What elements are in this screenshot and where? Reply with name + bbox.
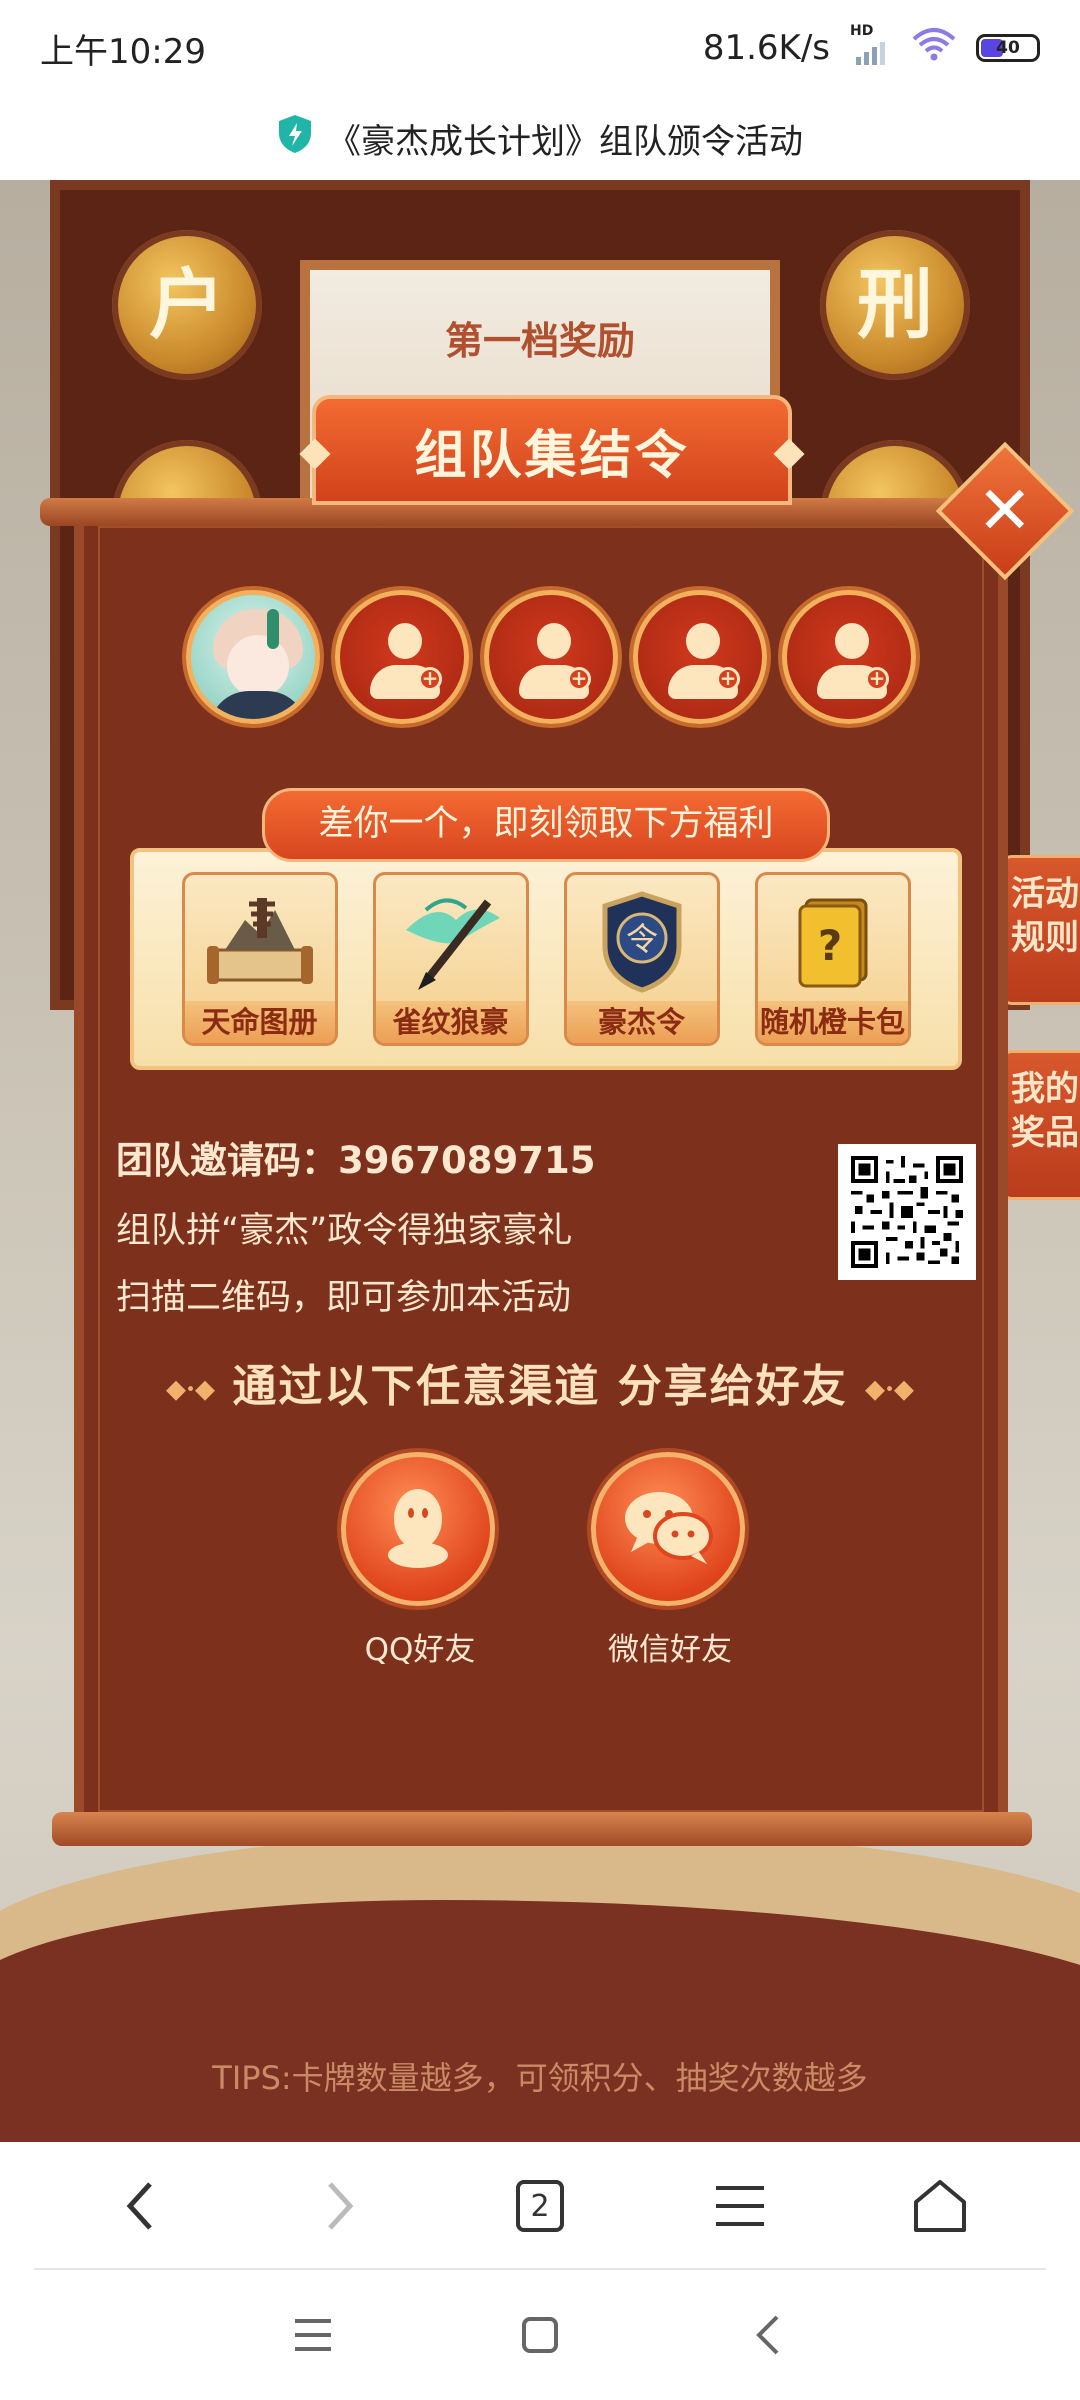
battery-level: 40 xyxy=(996,38,1020,58)
back-button[interactable] xyxy=(100,2166,180,2246)
reward-tier-title: 第一档奖励 xyxy=(444,318,635,363)
menu-icon xyxy=(716,2186,764,2226)
system-home-button[interactable] xyxy=(500,2295,580,2375)
page-title-bar: 《豪杰成长计划》组队颁令活动 xyxy=(0,96,1080,180)
tips-text: TIPS:卡牌数量越多，可领积分、抽奖次数越多 xyxy=(212,2059,868,2097)
share-wechat-label: 微信好友 xyxy=(608,1632,732,1668)
scan-instruction: 扫描二维码，即可参加本活动 xyxy=(116,1278,572,1318)
invite-description: 组队拼“豪杰”政令得独家豪礼 xyxy=(116,1211,573,1251)
share-qq-label: QQ好友 xyxy=(364,1632,476,1668)
status-indicators: 81.6K/s HD 40 xyxy=(702,23,1040,70)
network-speed: 81.6K/s xyxy=(702,28,830,68)
reward-card[interactable]: 天命图册 xyxy=(181,872,338,1046)
invite-slot-button[interactable]: + xyxy=(484,590,618,724)
brush-icon xyxy=(394,887,508,997)
back-icon xyxy=(126,2182,152,2230)
tabs-icon: 2 xyxy=(516,2180,564,2232)
signal-icon: HD xyxy=(850,23,892,65)
share-wechat-button[interactable] xyxy=(591,1452,745,1606)
invite-code[interactable]: 3967089715 xyxy=(338,1139,595,1182)
forward-button[interactable] xyxy=(300,2166,380,2246)
share-heading: ◆·◆ 通过以下任意渠道 分享给好友 ◆·◆ xyxy=(0,1350,1080,1414)
hd-badge: HD xyxy=(850,23,874,39)
qq-icon xyxy=(381,1485,455,1573)
system-back-button[interactable] xyxy=(727,2295,807,2375)
browser-toolbar: 2 xyxy=(0,2142,1080,2270)
home-button[interactable] xyxy=(900,2166,980,2246)
invite-slot-button[interactable]: + xyxy=(335,590,469,724)
mystery-card-icon: ? xyxy=(776,887,890,997)
recents-button[interactable] xyxy=(273,2295,353,2375)
avatar xyxy=(186,590,320,724)
battery-icon: 40 xyxy=(976,34,1040,62)
invite-code-row: 团队邀请码：3967089715 xyxy=(116,1130,595,1184)
add-user-icon: + xyxy=(716,667,740,691)
tabs-button[interactable]: 2 xyxy=(500,2166,580,2246)
wifi-icon xyxy=(912,27,956,70)
coin-hu: 户 xyxy=(112,230,262,380)
recents-icon xyxy=(295,2319,332,2351)
wechat-icon xyxy=(621,1488,715,1570)
home-icon xyxy=(914,2180,966,2232)
reward-label: 天命图册 xyxy=(184,1001,335,1043)
reward-card[interactable]: 雀纹狼豪 xyxy=(372,872,529,1046)
invite-slot-button[interactable]: + xyxy=(633,590,767,724)
activity-rules-tab[interactable]: 活动规则 xyxy=(1000,855,1080,1005)
add-user-icon: + xyxy=(865,667,889,691)
badge-icon: 令 xyxy=(585,887,699,997)
forward-icon xyxy=(328,2182,354,2230)
reward-label: 豪杰令 xyxy=(566,1001,717,1043)
status-time: 上午10:29 xyxy=(40,31,206,72)
svg-text:?: ? xyxy=(817,921,841,970)
invite-code-label: 团队邀请码： xyxy=(116,1139,338,1182)
invite-info: 团队邀请码：3967089715 组队拼“豪杰”政令得独家豪礼 扫描二维码，即可… xyxy=(116,1130,595,1336)
menu-button[interactable] xyxy=(700,2166,780,2246)
add-user-icon: + xyxy=(567,667,591,691)
reward-card[interactable]: 令 豪杰令 xyxy=(563,872,720,1046)
invite-slot-button[interactable]: + xyxy=(782,590,916,724)
share-qq-button[interactable] xyxy=(341,1452,495,1606)
add-user-icon: + xyxy=(418,667,442,691)
reward-panel: 天命图册 雀纹狼豪 令 豪杰令 ? 随机橙卡包 xyxy=(130,848,962,1070)
back-triangle-icon xyxy=(755,2315,779,2355)
ornament-left-icon: ◆·◆ xyxy=(165,1374,215,1405)
reward-label: 雀纹狼豪 xyxy=(375,1001,526,1043)
home-square-icon xyxy=(521,2317,558,2353)
reward-label: 随机橙卡包 xyxy=(757,1001,908,1043)
ornament-right-icon: ◆·◆ xyxy=(864,1374,915,1405)
scroll-rod-bottom xyxy=(52,1812,1032,1846)
reward-card[interactable]: ? 随机橙卡包 xyxy=(754,872,911,1046)
tab-count: 2 xyxy=(530,2188,550,2224)
qr-code xyxy=(838,1144,976,1280)
close-icon: ✕ xyxy=(977,472,1033,549)
svg-text:令: 令 xyxy=(625,920,657,958)
system-navigation xyxy=(0,2270,1080,2400)
team-slots: + + + + xyxy=(186,590,916,730)
status-bar: 上午10:29 81.6K/s HD 40 xyxy=(0,0,1080,96)
modal-title: 组队集结令 xyxy=(312,395,792,505)
share-heading-text: 通过以下任意渠道 分享给好友 xyxy=(232,1361,848,1412)
my-prizes-tab[interactable]: 我的奖品 xyxy=(1000,1050,1080,1200)
shield-check-icon xyxy=(277,114,313,163)
reward-banner: 差你一个，即刻领取下方福利 xyxy=(262,788,830,862)
page-title: 《豪杰成长计划》组队颁令活动 xyxy=(327,121,803,162)
scroll-map-icon xyxy=(203,887,317,997)
background-wave-dark xyxy=(0,1900,1080,2142)
coin-xing: 刑 xyxy=(820,230,970,380)
